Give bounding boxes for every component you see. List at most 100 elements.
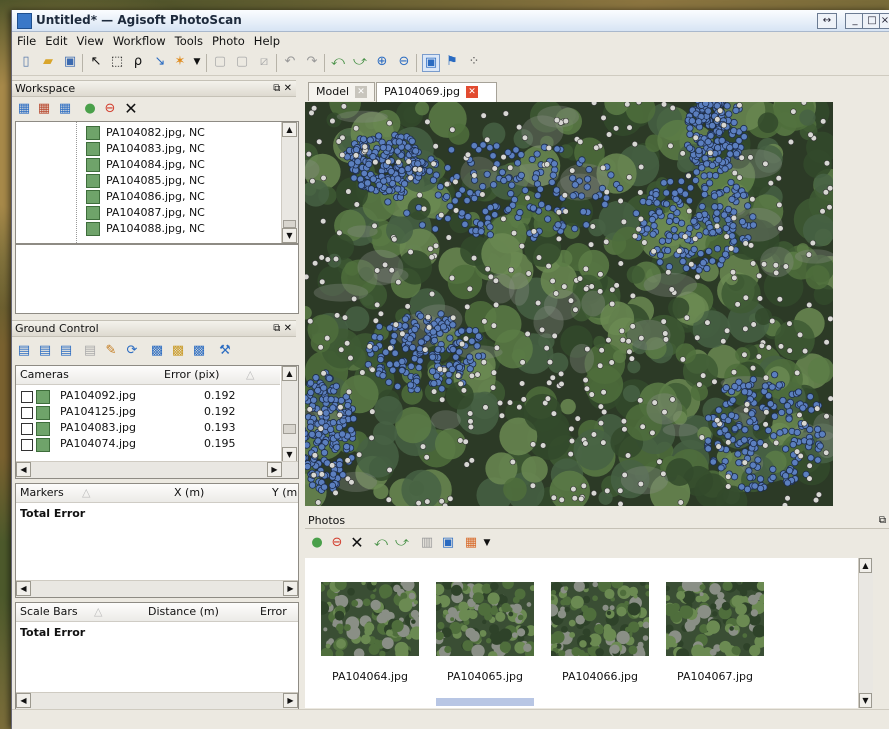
markers-column-header[interactable]: Markers — [20, 484, 64, 502]
tools-icon[interactable]: ⚒ — [217, 343, 233, 359]
photo-thumbnail[interactable] — [666, 582, 764, 656]
table-row[interactable]: PA104092.jpg 0.192 — [16, 388, 280, 404]
show-cameras-icon[interactable]: ▣ — [422, 54, 440, 72]
rotate-left-icon[interactable]: ⤺ — [373, 535, 389, 551]
add-folder-icon[interactable]: ▦ — [57, 101, 73, 117]
distance-column-header[interactable]: Distance (m) — [148, 603, 219, 621]
menu-file[interactable]: File — [12, 32, 40, 48]
restore-icon[interactable]: ↔ — [817, 13, 837, 29]
export-icon[interactable]: ▤ — [37, 343, 53, 359]
reset-icon[interactable]: ▤ — [82, 343, 98, 359]
pick-icon[interactable]: ✎ — [103, 343, 119, 359]
reset-filter-icon[interactable]: ▣ — [440, 535, 456, 551]
tree-item[interactable]: PA104088.jpg, NC — [86, 221, 205, 237]
tree-item[interactable]: PA104086.jpg, NC — [86, 189, 205, 205]
show-markers-icon[interactable]: ⚑ — [444, 54, 460, 70]
panel-float-close-icon[interactable]: ⧉ ✕ — [273, 321, 292, 336]
row-checkbox[interactable] — [21, 391, 33, 403]
settings-icon[interactable]: ▤ — [58, 343, 74, 359]
tab-model[interactable]: Model ✕ — [308, 82, 375, 101]
menu-help[interactable]: Help — [249, 32, 284, 48]
show-points-icon[interactable]: ⁘ — [466, 54, 482, 70]
add-chunk-icon[interactable]: ▦ — [16, 101, 32, 117]
chevron-down-icon[interactable]: ▼ — [479, 535, 495, 551]
menu-workflow[interactable]: Workflow — [108, 32, 170, 48]
table-row[interactable]: PA104083.jpg 0.193 — [16, 420, 280, 436]
scroll-up-icon[interactable]: ▲ — [282, 122, 297, 137]
zoom-out-icon[interactable]: ⊖ — [396, 54, 412, 70]
new-file-icon[interactable]: ▯ — [18, 54, 34, 70]
remove-icon[interactable]: ✕ — [123, 101, 139, 117]
photo-view[interactable] — [305, 102, 833, 506]
redo-icon[interactable]: ↷ — [304, 54, 320, 70]
intelligent-scissors-icon[interactable]: ↘ — [152, 54, 168, 70]
view-errors-icon[interactable]: ▩ — [191, 343, 207, 359]
row-checkbox[interactable] — [21, 423, 33, 435]
table-row[interactable]: PA104074.jpg 0.195 — [16, 436, 280, 452]
crop-icon[interactable]: ⧄ — [256, 54, 272, 70]
tab-photo[interactable]: PA104069.jpg ✕ — [376, 82, 497, 102]
magic-wand-icon[interactable]: ✶ — [172, 54, 188, 70]
subtract-selection-icon[interactable]: ▢ — [234, 54, 250, 70]
enable-icon[interactable]: ● — [309, 535, 325, 551]
menu-edit[interactable]: Edit — [40, 32, 71, 48]
disable-icon[interactable]: ⊖ — [329, 535, 345, 551]
scroll-down-icon[interactable]: ▼ — [282, 447, 297, 462]
panel-float-close-icon[interactable]: ⧉ ✕ — [273, 81, 292, 96]
menu-view[interactable]: View — [72, 32, 108, 48]
markers-hscrollbar[interactable]: ◀ ▶ — [16, 580, 298, 597]
scroll-left-icon[interactable]: ◀ — [16, 462, 31, 477]
table-row[interactable]: PA104125.jpg 0.192 — [16, 404, 280, 420]
scroll-right-icon[interactable]: ▶ — [267, 462, 282, 477]
close-tab-icon[interactable]: ✕ — [465, 86, 478, 98]
tree-item[interactable]: PA104087.jpg, NC — [86, 205, 205, 221]
cameras-hscrollbar[interactable]: ◀ ▶ — [16, 461, 298, 478]
scroll-right-icon[interactable]: ▶ — [283, 693, 298, 708]
close-button[interactable]: × — [879, 13, 889, 29]
add-photos-icon[interactable]: ▦ — [36, 101, 52, 117]
free-form-selection-icon[interactable]: ρ — [130, 54, 146, 70]
scroll-up-icon[interactable]: ▲ — [859, 558, 872, 573]
view-mode-icon[interactable]: ▦ — [463, 535, 479, 551]
close-tab-icon[interactable]: ✕ — [355, 86, 368, 98]
photo-thumbnail[interactable] — [551, 582, 649, 656]
enable-icon[interactable]: ● — [82, 101, 98, 117]
photo-thumbnail[interactable] — [436, 582, 534, 656]
workspace-scrollbar[interactable]: ▲ ▼ — [281, 122, 298, 243]
open-folder-icon[interactable]: ▰ — [40, 54, 56, 70]
remove-icon[interactable]: ✕ — [349, 535, 365, 551]
error-column-header[interactable]: Error (pix) — [164, 366, 219, 384]
menu-tools[interactable]: Tools — [170, 32, 207, 48]
photos-vscrollbar[interactable]: ▲ ▼ — [858, 558, 873, 708]
row-checkbox[interactable] — [21, 407, 33, 419]
scroll-left-icon[interactable]: ◀ — [16, 693, 31, 708]
cameras-vscrollbar[interactable]: ▲ ▼ — [281, 366, 298, 462]
disable-icon[interactable]: ⊖ — [102, 101, 118, 117]
scroll-up-icon[interactable]: ▲ — [282, 366, 297, 381]
scale-bars-column-header[interactable]: Scale Bars — [20, 603, 78, 621]
tree-item[interactable]: PA104082.jpg, NC — [86, 125, 205, 141]
filter-icon[interactable]: ▥ — [419, 535, 435, 551]
scroll-down-icon[interactable]: ▼ — [282, 228, 297, 243]
import-icon[interactable]: ▤ — [16, 343, 32, 359]
update-icon[interactable]: ⟳ — [124, 343, 140, 359]
menu-photo[interactable]: Photo — [207, 32, 249, 48]
rotate-right-icon[interactable]: ⤻ — [394, 535, 410, 551]
row-checkbox[interactable] — [21, 439, 33, 451]
panel-float-icon[interactable]: ⧉ — [879, 513, 886, 528]
view-source-icon[interactable]: ▩ — [170, 343, 186, 359]
photo-thumbnail[interactable] — [321, 582, 419, 656]
scroll-down-icon[interactable]: ▼ — [859, 693, 872, 708]
add-selection-icon[interactable]: ▢ — [212, 54, 228, 70]
save-icon[interactable]: ▣ — [62, 54, 78, 70]
scroll-left-icon[interactable]: ◀ — [16, 581, 31, 596]
scroll-thumb[interactable] — [283, 220, 296, 228]
tree-item[interactable]: PA104085.jpg, NC — [86, 173, 205, 189]
scroll-right-icon[interactable]: ▶ — [283, 581, 298, 596]
optimize-icon[interactable]: ▩ — [149, 343, 165, 359]
zoom-in-icon[interactable]: ⊕ — [374, 54, 390, 70]
tree-item[interactable]: PA104084.jpg, NC — [86, 157, 205, 173]
undo-icon[interactable]: ↶ — [282, 54, 298, 70]
rotate-right-icon[interactable]: ⤻ — [352, 54, 368, 70]
y-column-header[interactable]: Y (m — [272, 484, 297, 502]
